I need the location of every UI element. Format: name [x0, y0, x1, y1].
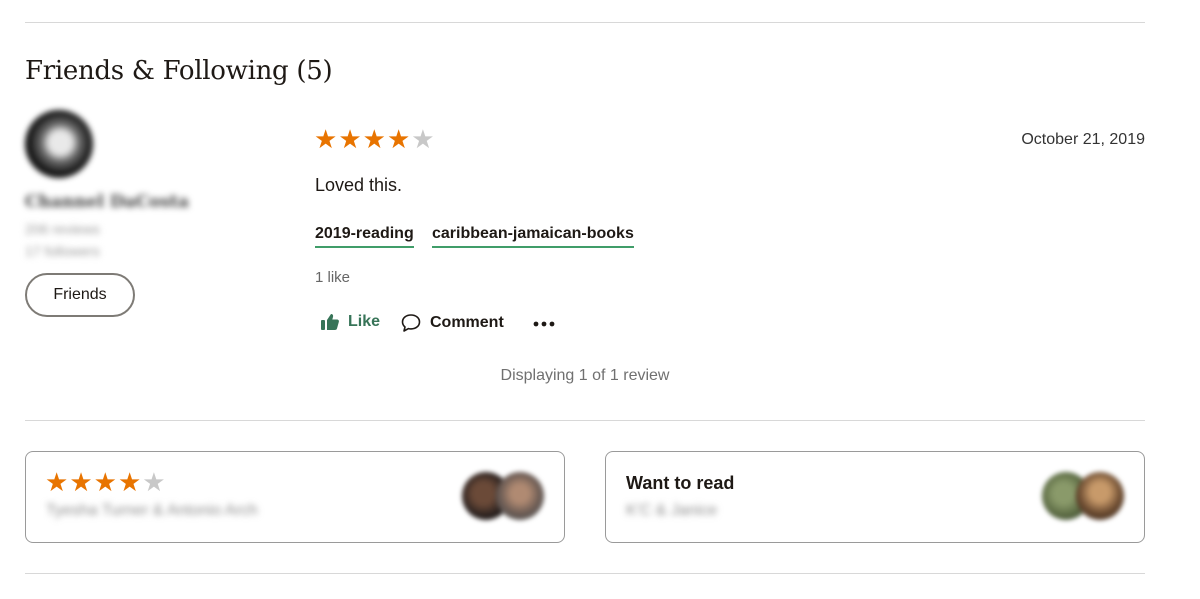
shelf-tag-caribbean-jamaican-books[interactable]: caribbean-jamaican-books — [432, 225, 634, 248]
reviewer-avatar[interactable] — [25, 110, 93, 178]
friend-avatar — [496, 472, 544, 520]
star-filled-icon: ★ — [362, 124, 386, 154]
star-filled-icon: ★ — [69, 467, 93, 497]
reviewer-followers-count: 17 followers — [25, 243, 100, 259]
review-date[interactable]: October 21, 2019 — [1021, 131, 1145, 149]
star-filled-icon: ★ — [45, 467, 69, 497]
shelf-tag-2019-reading[interactable]: 2019-reading — [315, 225, 414, 248]
card-friend-names: Tyesha Turner & Antonio Arch — [46, 502, 258, 519]
review-star-rating: ★ ★ ★ ★ ★ — [314, 126, 436, 152]
top-divider — [25, 22, 1145, 23]
bottom-divider — [25, 573, 1145, 574]
star-filled-icon: ★ — [93, 467, 117, 497]
card-friend-names: K'C & Janice — [626, 502, 718, 519]
star-filled-icon: ★ — [386, 124, 411, 154]
like-button[interactable]: Like — [320, 313, 380, 331]
reviewer-name[interactable]: Channel DaCosta — [25, 192, 189, 212]
review-text: Loved this. — [315, 175, 403, 195]
like-label: Like — [348, 313, 381, 330]
thumbs-up-icon — [321, 314, 339, 330]
middle-divider — [25, 420, 1145, 421]
review-count-status: Displaying 1 of 1 review — [500, 367, 670, 384]
friends-rating-card[interactable]: ★ ★ ★ ★ ★ Tyesha Turner & Antonio Arch — [25, 451, 565, 543]
more-options-button[interactable] — [532, 312, 564, 336]
star-filled-icon: ★ — [117, 467, 142, 497]
comment-button[interactable]: Comment — [400, 313, 504, 333]
card-heading: Want to read — [626, 473, 735, 493]
card-star-rating: ★ ★ ★ ★ ★ — [45, 469, 167, 495]
likes-count[interactable]: 1 like — [315, 269, 350, 286]
more-dots-icon — [533, 321, 555, 327]
star-filled-icon: ★ — [338, 124, 362, 154]
reviewer-review-count: 206 reviews — [25, 221, 100, 237]
want-to-read-card[interactable]: Want to read K'C & Janice — [605, 451, 1145, 543]
comment-label: Comment — [430, 314, 504, 331]
star-empty-icon: ★ — [142, 467, 166, 497]
friends-button[interactable]: Friends — [25, 273, 135, 317]
comment-bubble-icon — [401, 314, 421, 332]
star-filled-icon: ★ — [314, 124, 338, 154]
star-empty-icon: ★ — [411, 124, 435, 154]
friend-avatar — [1076, 472, 1124, 520]
section-title: Friends & Following (5) — [25, 56, 333, 86]
